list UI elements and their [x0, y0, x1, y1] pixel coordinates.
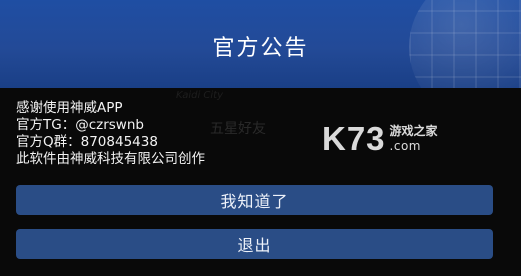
watermark-text: 游戏之家 .com: [390, 125, 438, 152]
announcement-line: 感谢使用神威APP: [16, 100, 123, 116]
exit-button[interactable]: 退出: [16, 229, 493, 259]
watermark-domain: .com: [389, 138, 421, 153]
watermark-cn: 游戏之家: [389, 123, 438, 138]
announcement-line: 此软件由神威科技有限公司创作: [16, 151, 205, 167]
announcement-line: 官方Q群：870845438: [16, 134, 158, 150]
dialog-header: 官方公告: [0, 0, 521, 88]
announcement-text: 感谢使用神威APP 官方TG：@czrswnb 官方Q群：870845438 此…: [16, 100, 205, 168]
announcement-dialog: 官方公告 Kaidi City 五星好友 感谢使用神威APP 官方TG：@czr…: [0, 0, 521, 276]
background-ghost-text: 五星好友: [210, 121, 266, 137]
dialog-title: 官方公告: [212, 36, 309, 61]
announcement-line: 官方TG：@czrswnb: [16, 117, 144, 133]
k73-watermark: K73 游戏之家 .com: [322, 118, 438, 158]
watermark-logo: K73: [322, 119, 386, 157]
ok-button[interactable]: 我知道了: [16, 185, 493, 215]
